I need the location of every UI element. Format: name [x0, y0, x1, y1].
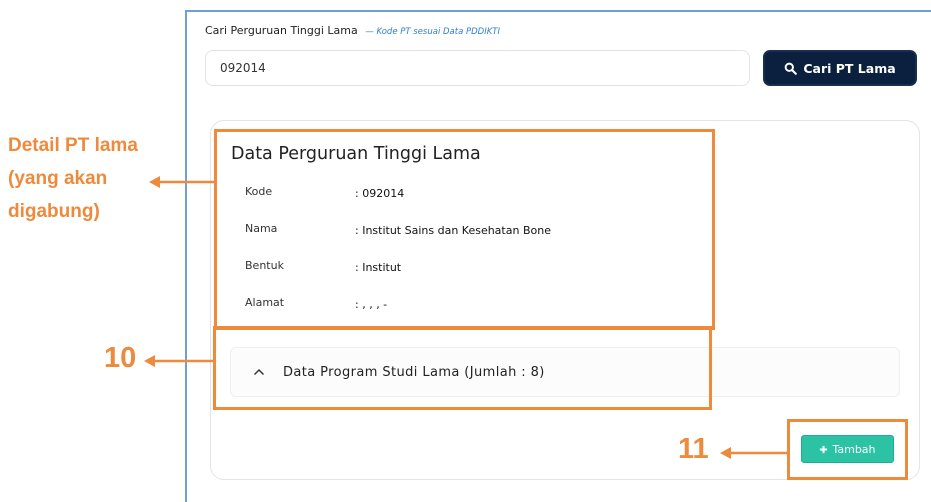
arrow-10	[144, 355, 215, 367]
annotation-detail-text: Detail PT lama (yang akan digabung)	[8, 129, 138, 228]
annotation-detail-line-1: Detail PT lama	[8, 135, 138, 156]
annotation-arrows	[144, 176, 789, 459]
annotation-label-11: 11	[678, 433, 709, 465]
annotation-label-10: 10	[104, 342, 137, 374]
annotation-detail-line-3: digabung)	[8, 201, 100, 222]
annotation-detail-line-2: (yang akan	[8, 168, 108, 189]
arrow-11	[720, 447, 789, 459]
arrow-detail	[149, 176, 216, 188]
